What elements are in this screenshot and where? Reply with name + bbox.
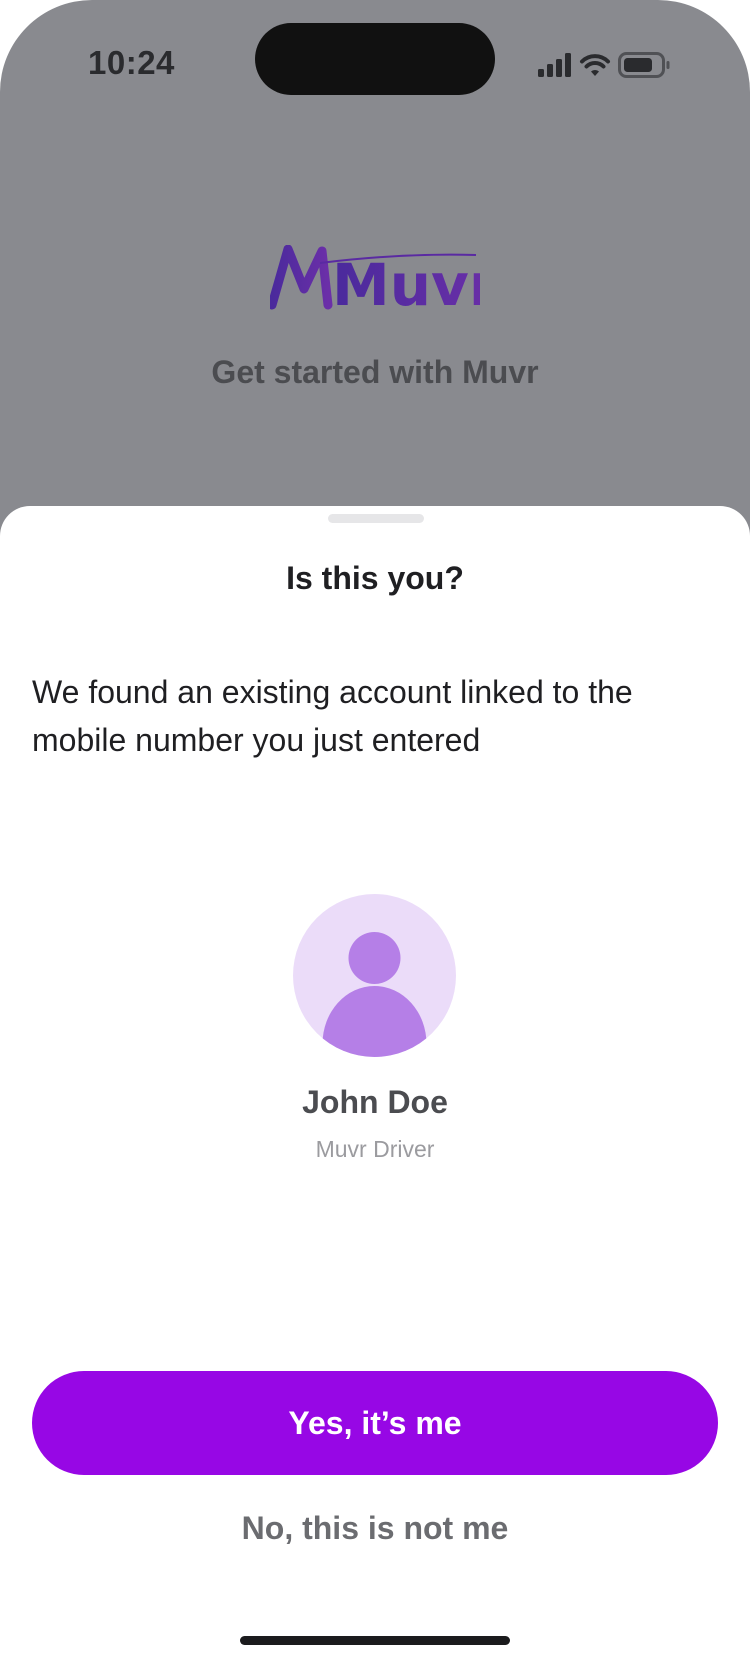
battery-icon — [618, 52, 670, 78]
user-role: Muvr Driver — [315, 1136, 435, 1162]
wifi-icon — [580, 54, 610, 76]
account-found-message: We found an existing account linked to t… — [32, 674, 633, 758]
background-subtitle: Get started with Muvr — [211, 354, 539, 390]
sheet-grabber[interactable] — [328, 514, 424, 523]
avatar — [293, 894, 456, 1057]
confirm-identity-button[interactable]: Yes, it’s me — [32, 1371, 718, 1475]
home-indicator[interactable] — [240, 1636, 510, 1645]
dynamic-island — [255, 23, 495, 95]
status-time: 10:24 — [88, 44, 175, 81]
signal-icon — [538, 53, 571, 77]
phone-screen: 10:24 Muv Get started with Muvr Is this … — [0, 0, 750, 1664]
sheet-title: Is this you? — [286, 560, 464, 596]
status-icons — [538, 52, 670, 78]
person-icon — [322, 932, 427, 1057]
user-name: John Doe — [302, 1084, 448, 1120]
muvr-logo: Muvr — [270, 245, 480, 319]
svg-text:Muvr: Muvr — [332, 251, 480, 319]
deny-identity-button[interactable]: No, this is not me — [175, 1500, 575, 1556]
background-screen: 10:24 Muv Get started with Muvr — [0, 0, 750, 560]
bottom-sheet: Is this you? We found an existing accoun… — [0, 506, 750, 1664]
